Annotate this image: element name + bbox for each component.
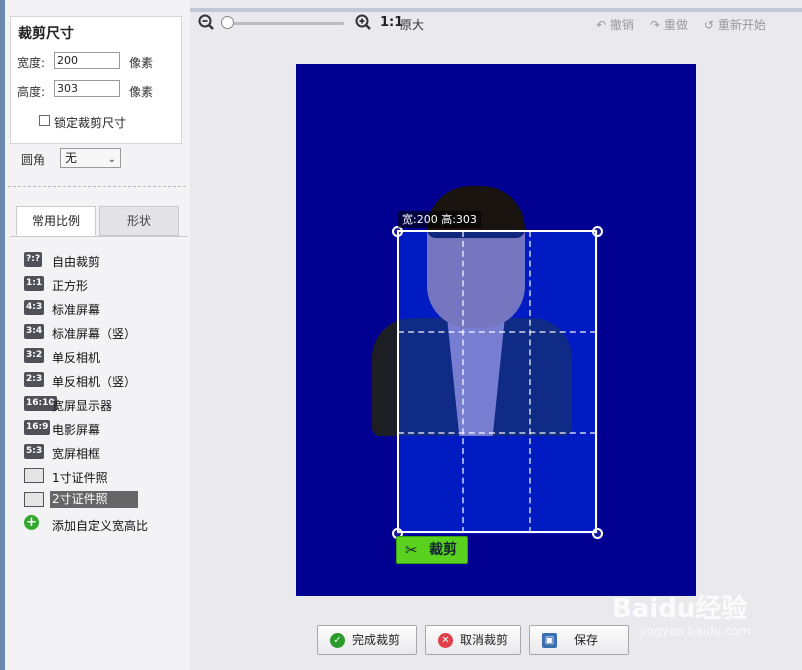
ratio-item-free[interactable]: ?:? 自由裁剪 [22,250,162,270]
ratio-label: 单反相机 [52,351,101,365]
cancel-crop-label: 取消裁剪 [460,633,509,647]
crop-button-label: 裁剪 [429,542,457,558]
ratio-item-3-2[interactable]: 3:2 单反相机 [22,346,162,366]
ratio-label: 单反相机（竖） [52,375,137,389]
redo-icon: ↷ [650,18,661,32]
undo-button[interactable]: ↶ 撤销 [596,16,634,33]
restart-icon: ↺ [704,18,715,32]
undo-label: 撤销 [609,18,634,32]
ratio-badge: 16:9 [24,420,51,435]
ratio-badge: 4:3 [24,300,45,315]
ratio-item-16-9[interactable]: 16:9 电影屏幕 [22,418,162,438]
corner-label: 圆角 [21,153,46,167]
watermark-url: jingyan.baidu.com [640,624,751,638]
ratio-item-2-3[interactable]: 2:3 单反相机（竖） [22,370,162,390]
id-card-icon [24,468,44,483]
scissors-icon: ✂ [405,541,418,559]
window-edge [0,0,5,670]
ratio-badge: 3:4 [24,324,45,339]
cancel-crop-button[interactable]: ✕ 取消裁剪 [425,625,521,655]
crop-frame[interactable] [397,230,597,533]
plus-icon: + [24,515,39,530]
width-label: 宽度: [17,56,46,70]
restart-label: 重新开始 [717,18,766,32]
ratio-item-5-3[interactable]: 5:3 宽屏相框 [22,442,162,462]
ratio-item-square[interactable]: 1:1 正方形 [22,274,162,294]
ratio-badge: 3:2 [24,348,45,363]
crop-button[interactable]: ✂ 裁剪 [396,536,468,564]
width-unit: 像素 [129,56,154,70]
tab-divider [10,236,188,237]
chevron-down-icon: ⌄ [107,154,116,165]
actual-size-button[interactable]: 原大 [400,16,424,33]
restart-button[interactable]: ↺ 重新开始 [704,16,766,33]
add-custom-ratio[interactable]: + 添加自定义宽高比 [22,514,162,534]
tab-shape[interactable]: 形状 [99,206,179,236]
ratio-label: 电影屏幕 [52,423,101,437]
ratio-label: 标准屏幕（竖） [52,327,137,341]
crop-size-title: 裁剪尺寸 [18,26,74,42]
divider [8,186,186,187]
close-icon: ✕ [438,633,453,648]
zoom-out-icon[interactable] [198,14,215,35]
tab-common-ratio[interactable]: 常用比例 [16,206,96,236]
save-icon: ▣ [542,633,557,648]
redo-button[interactable]: ↷ 重做 [650,16,688,33]
finish-crop-button[interactable]: ✓ 完成裁剪 [317,625,417,655]
finish-crop-label: 完成裁剪 [352,633,401,647]
ratio-label: 宽屏显示器 [52,399,113,413]
ratio-badge: 5:3 [24,444,45,459]
ratio-item-1-inch-id[interactable]: 1寸证件照 [22,466,162,486]
ratio-item-4-3[interactable]: 4:3 标准屏幕 [22,298,162,318]
watermark-logo: Baidu经验 [612,594,748,624]
ratio-label: 标准屏幕 [52,303,101,317]
crop-dimension-label: 宽:200 高:303 [398,211,481,228]
ratio-label: 自由裁剪 [52,255,101,269]
ratio-item-2-inch-id[interactable]: 2寸证件照 [22,490,162,510]
left-panel: 裁剪尺寸 宽度: 像素 高度: 像素 锁定裁剪尺寸 圆角 无 ⌄ 常用比例 形状… [0,0,190,670]
ratio-label: 宽屏相框 [52,447,101,461]
zoom-slider-handle[interactable] [221,16,234,29]
id-card-icon [24,492,44,507]
height-label: 高度: [17,85,46,99]
zoom-in-icon[interactable] [355,14,372,35]
crop-handle-top-right[interactable] [592,226,603,237]
save-button[interactable]: ▣ 保存 [529,625,629,655]
ratio-badge: 1:1 [24,276,45,291]
width-input[interactable] [54,52,120,69]
corner-select-value: 无 [65,151,78,165]
zoom-slider-track[interactable] [228,22,344,25]
ratio-label: 正方形 [52,279,89,293]
lock-size-label[interactable]: 锁定裁剪尺寸 [54,114,126,131]
save-label: 保存 [574,633,599,647]
check-icon: ✓ [330,633,345,648]
corner-select[interactable]: 无 ⌄ [60,148,121,168]
lock-size-checkbox[interactable] [39,115,50,126]
crop-size-panel: 裁剪尺寸 宽度: 像素 高度: 像素 锁定裁剪尺寸 [10,16,182,144]
ratio-label: 2寸证件照 [50,491,138,508]
redo-label: 重做 [663,18,688,32]
crop-handle-bottom-right[interactable] [592,528,603,539]
ratio-label: 1寸证件照 [52,471,108,485]
height-input[interactable] [54,80,120,97]
height-unit: 像素 [129,85,154,99]
ratio-item-3-4[interactable]: 3:4 标准屏幕（竖） [22,322,162,342]
ratio-label: 添加自定义宽高比 [52,519,149,533]
ratio-badge: 2:3 [24,372,45,387]
main-top-border [190,8,802,12]
undo-icon: ↶ [596,18,607,32]
ratio-badge: ?:? [24,252,43,267]
ratio-item-16-10[interactable]: 16:10 宽屏显示器 [22,394,162,414]
